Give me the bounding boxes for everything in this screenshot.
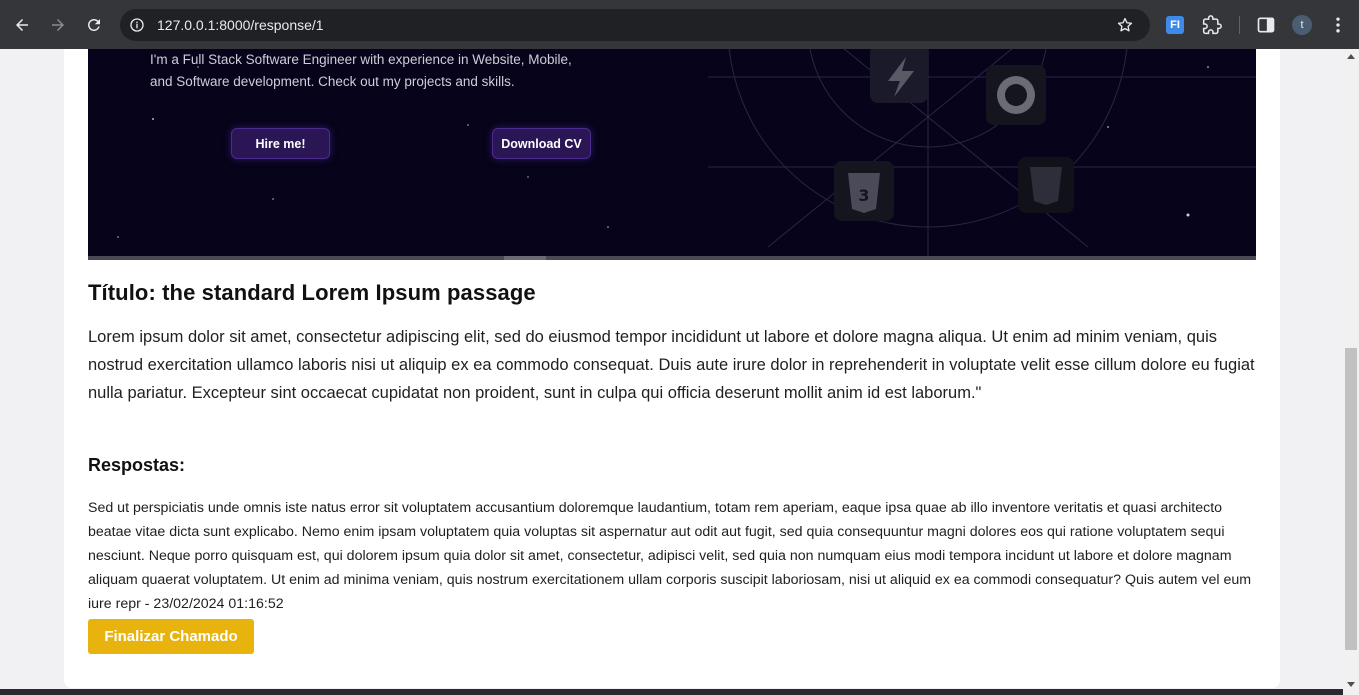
responses-heading: Respostas: [88,455,186,475]
ticket-card: 3 I'm a Full Stack Software Engineer wit… [64,49,1280,688]
response-item: Sed ut perspiciatis unde omnis iste natu… [88,500,1252,612]
page-viewport: 3 I'm a Full Stack Software Engineer wit… [0,49,1343,695]
side-panel-icon[interactable] [1256,15,1276,35]
hero-bottom-bar [88,256,1256,260]
hire-me-button: Hire me! [231,128,330,159]
scroll-up-arrow-icon[interactable] [1347,54,1355,59]
profile-avatar[interactable]: t [1292,15,1312,35]
back-arrow-icon[interactable] [9,12,35,38]
reload-icon[interactable] [81,12,107,38]
url-text[interactable]: 127.0.0.1:8000/response/1 [157,9,324,41]
ticket-description: Lorem ipsum dolor sit amet, consectetur … [88,328,1255,402]
forward-arrow-icon[interactable] [45,12,71,38]
menu-kebab-icon[interactable] [1328,15,1348,35]
portfolio-screenshot-image: 3 I'm a Full Stack Software Engineer wit… [88,49,1256,260]
scroll-down-arrow-icon[interactable] [1347,682,1355,687]
finalize-ticket-button[interactable]: Finalizar Chamado [88,619,254,654]
hero-intro-line-2: and Software development. Check out my p… [150,74,515,89]
page-scrollbar[interactable] [1343,49,1359,695]
toolbar-divider [1239,16,1240,34]
scrollbar-thumb[interactable] [1345,348,1357,650]
site-info-icon[interactable] [129,17,145,33]
address-bar[interactable]: 127.0.0.1:8000/response/1 [120,9,1150,41]
hero-intro-line-1: I'm a Full Stack Software Engineer with … [150,52,572,67]
browser-toolbar: 127.0.0.1:8000/response/1 FI t [0,0,1359,49]
extension-fi-icon[interactable]: FI [1166,16,1184,34]
svg-text:3: 3 [858,186,869,205]
taskbar-edge [0,689,1343,695]
bookmark-star-icon[interactable] [1116,16,1134,34]
extensions-puzzle-icon[interactable] [1202,15,1222,35]
download-cv-button: Download CV [492,128,591,159]
hero-intro-text: I'm a Full Stack Software Engineer with … [150,49,640,93]
ticket-title: Título: the standard Lorem Ipsum passage [88,280,536,305]
hero-bottom-mark-2 [504,256,546,260]
tech-orbit-graphic: 3 [708,49,1256,260]
